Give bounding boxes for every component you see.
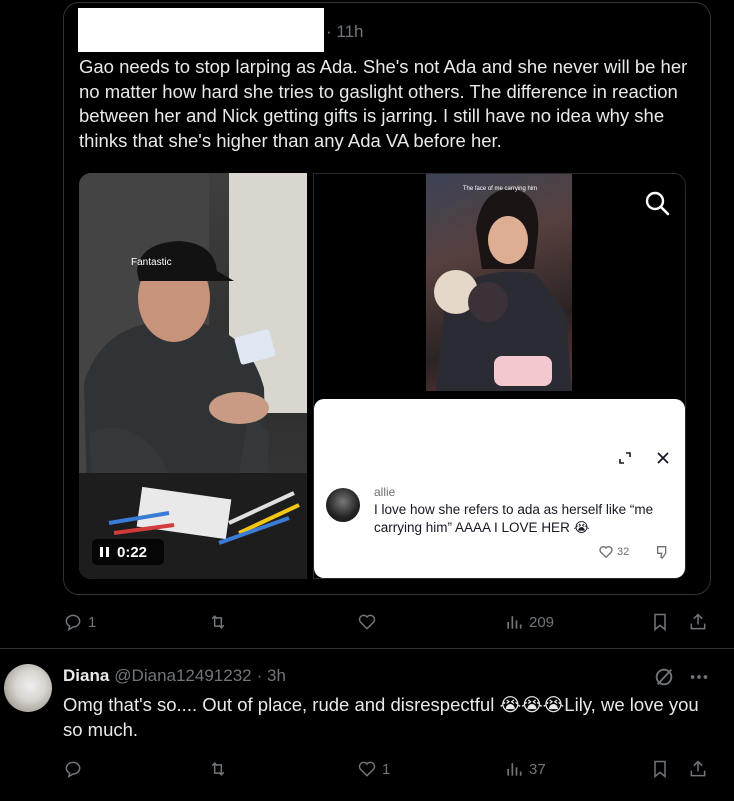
video-frame: Fantastic xyxy=(79,173,307,579)
comment-like-count: 32 xyxy=(617,546,630,558)
views-action[interactable]: 37 xyxy=(504,759,546,779)
views-icon xyxy=(507,616,522,629)
cap-text: Fantastic xyxy=(131,257,172,268)
bookmark-icon xyxy=(654,760,666,779)
share-icon xyxy=(690,760,706,777)
like-action[interactable] xyxy=(357,612,377,632)
bookmark-action[interactable] xyxy=(650,612,670,632)
grok-icon[interactable] xyxy=(653,666,675,688)
close-icon[interactable] xyxy=(655,450,671,466)
heart-outline-icon xyxy=(599,546,613,559)
inner-photo xyxy=(426,174,572,391)
views-count: 37 xyxy=(529,760,546,778)
divider xyxy=(0,648,734,649)
commenter-avatar xyxy=(326,488,360,522)
views-action[interactable]: 209 xyxy=(504,612,554,632)
reply-action[interactable] xyxy=(63,759,83,779)
heart-icon xyxy=(358,614,376,630)
like-action[interactable]: 1 xyxy=(357,759,390,779)
quote-action-bar: 1 209 xyxy=(63,612,713,638)
bookmark-action[interactable] xyxy=(650,759,670,779)
more-options-icon[interactable] xyxy=(688,666,710,688)
reply-author-name[interactable]: Diana xyxy=(63,666,109,686)
dislike-icon xyxy=(657,546,667,559)
reply-text: Omg that's so.... Out of place, rude and… xyxy=(63,694,699,740)
reply-action-bar: 1 37 xyxy=(63,759,713,785)
views-count: 209 xyxy=(529,613,555,631)
share-action[interactable] xyxy=(688,759,708,779)
heart-icon xyxy=(358,761,376,777)
redacted-author xyxy=(78,8,324,52)
views-icon xyxy=(507,763,522,776)
like-count: 1 xyxy=(382,760,391,778)
video-time: 0:22 xyxy=(117,543,148,561)
reply-icon xyxy=(65,761,81,779)
bookmark-icon xyxy=(654,613,666,632)
quoted-tweet-text: Gao needs to stop larping as Ada. She's … xyxy=(79,56,688,151)
video-timestamp[interactable]: 0:22 xyxy=(92,539,164,565)
commenter-username: allie xyxy=(374,485,396,499)
reply-icon xyxy=(65,614,81,632)
search-icon[interactable] xyxy=(643,189,671,217)
share-icon xyxy=(690,613,706,630)
photo-caption: The face of me carrying him xyxy=(462,186,538,192)
share-action[interactable] xyxy=(688,612,708,632)
quoted-tweet-time[interactable]: · 11h xyxy=(326,22,364,42)
repost-icon xyxy=(211,762,225,776)
repost-action[interactable] xyxy=(208,612,228,632)
comment-text: I love how she refers to ada as herself … xyxy=(374,502,654,535)
avatar[interactable] xyxy=(4,664,52,712)
reply-action[interactable]: 1 xyxy=(63,612,96,632)
repost-icon xyxy=(211,615,225,629)
reply-time[interactable]: · 3h xyxy=(257,666,286,686)
expand-icon[interactable] xyxy=(617,450,633,466)
reply-author-handle[interactable]: @Diana12491232 xyxy=(114,666,251,686)
comment-like: 32 xyxy=(598,544,629,560)
comment-popup xyxy=(314,399,685,578)
reply-count: 1 xyxy=(88,613,97,631)
video-media[interactable]: Fantastic xyxy=(79,173,307,579)
reply-header: Diana @Diana12491232 · 3h xyxy=(63,666,286,686)
repost-action[interactable] xyxy=(208,759,228,779)
pause-icon[interactable] xyxy=(100,547,109,557)
